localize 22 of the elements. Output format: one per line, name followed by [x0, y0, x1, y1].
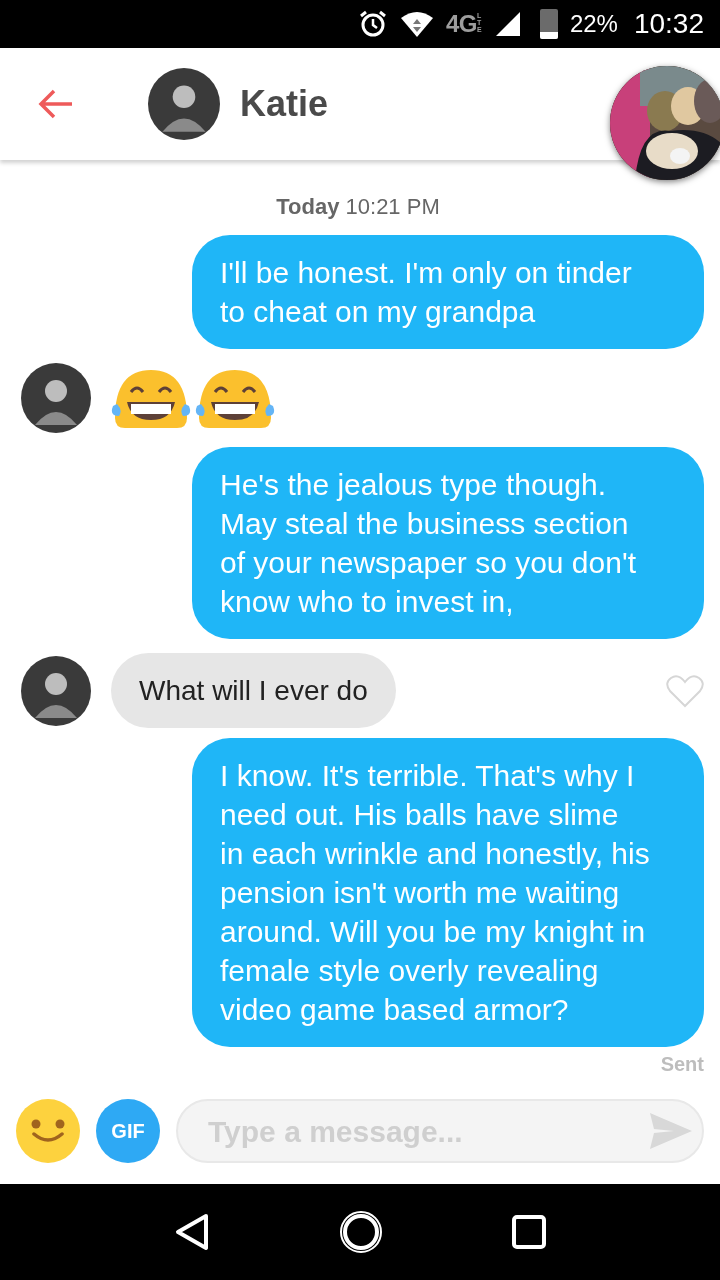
- sent-status: Sent: [660, 1052, 704, 1077]
- clock: 10:32: [633, 7, 704, 41]
- contact-name: Katie: [240, 82, 329, 126]
- back-arrow-icon: [38, 88, 74, 120]
- alarm-icon: [358, 9, 389, 39]
- avatar[interactable]: [21, 655, 91, 726]
- avatar[interactable]: [21, 363, 91, 433]
- avatar[interactable]: [148, 68, 220, 140]
- wifi-icon: [400, 10, 435, 38]
- sent-message: I'll be honest. I'm only on tinder to cheat on my grandpa: [192, 235, 704, 349]
- battery-percent: 22%: [569, 9, 618, 39]
- signal-icon: [495, 12, 520, 36]
- network-type: 4G: [446, 12, 477, 36]
- recents-icon[interactable]: [511, 1215, 546, 1249]
- battery-icon: [539, 9, 558, 39]
- sent-message: I know. It's terrible. That's why I need out. His balls have slime in each wrinkle and honestly, his pension isn't worth me waiting around. Will you be my knight in female style overly revealing video game based armor?: [192, 738, 704, 1047]
- sent-message: He's the jealous type though. May steal the business section of your newspaper so you don't know who to invest in,: [192, 447, 704, 639]
- timestamp: Today 10:21 PM: [276, 193, 440, 221]
- gif-button[interactable]: GIF: [96, 1099, 160, 1163]
- received-message: What will I ever do: [111, 653, 396, 728]
- back-icon[interactable]: [174, 1212, 211, 1252]
- home-icon[interactable]: [339, 1210, 383, 1254]
